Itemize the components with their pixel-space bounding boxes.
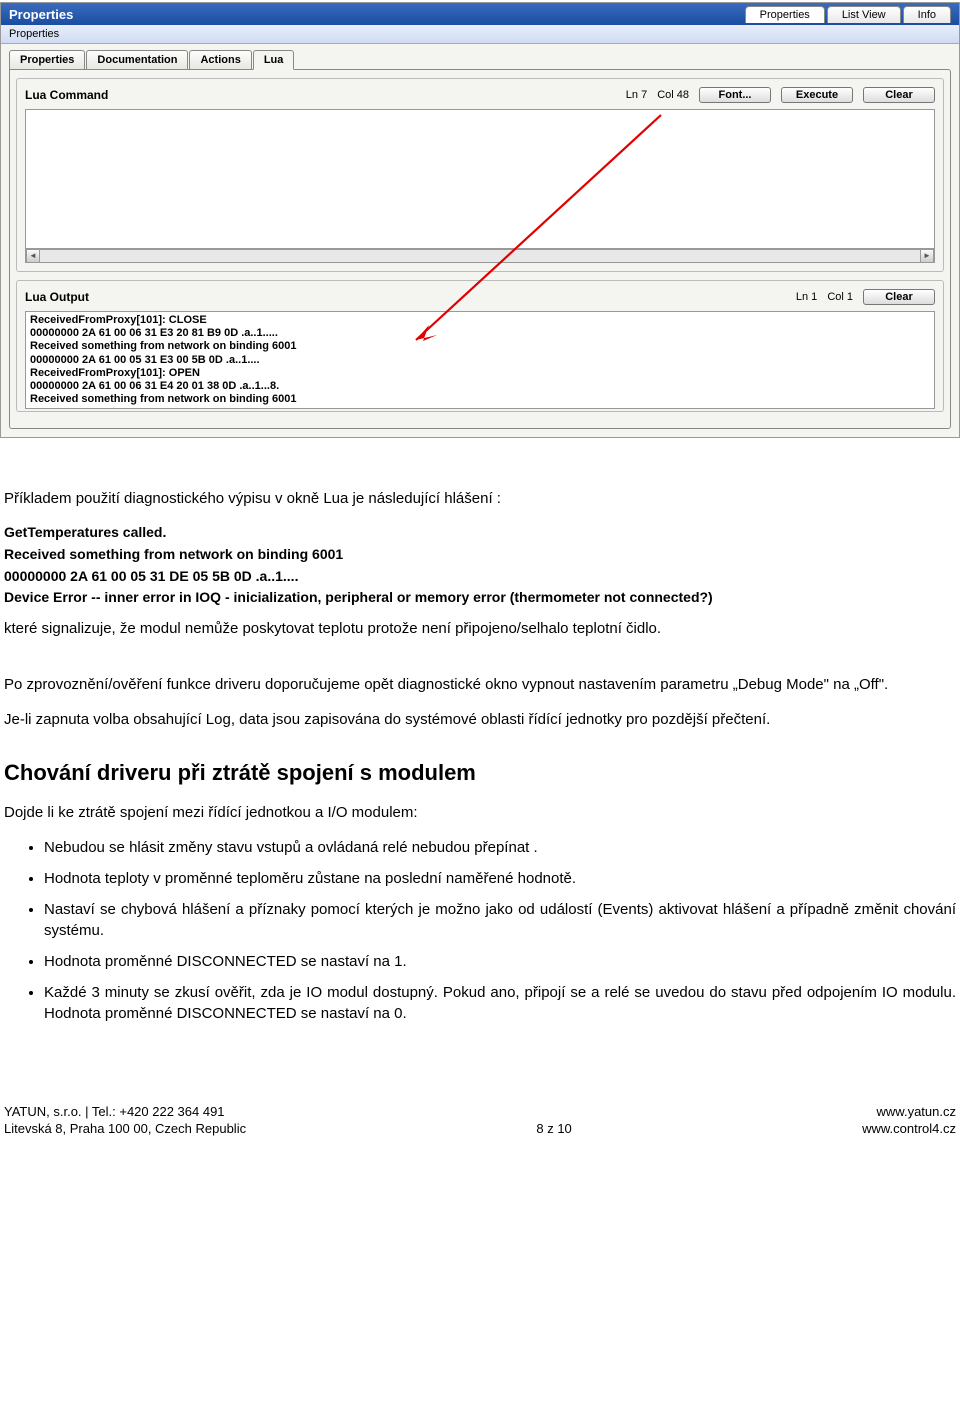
list-item: Nebudou se hlásit změny stavu vstupů a o…: [44, 837, 956, 858]
output-line: Received something from network on bindi…: [30, 393, 930, 406]
app-window: Properties Properties List View Info Pro…: [0, 2, 960, 438]
list-item: Nastaví se chybová hlášení a příznaky po…: [44, 899, 956, 941]
execute-button[interactable]: Execute: [781, 87, 853, 103]
output-line: Received something from network on bindi…: [30, 340, 930, 353]
output-line: ReceivedFromProxy[101]: CLOSE: [30, 314, 930, 327]
list-item: Hodnota teploty v proměnné teploměru zůs…: [44, 868, 956, 889]
lua-command-hscroll[interactable]: ◄ ►: [25, 249, 935, 263]
tab-documentation[interactable]: Documentation: [86, 50, 188, 69]
output-line: 00000000 2A 61 00 06 31 E3 20 81 B9 0D .…: [30, 327, 930, 340]
paragraph: které signalizuje, že modul nemůže posky…: [4, 618, 956, 639]
lua-output-ln: Ln 1: [796, 291, 817, 303]
font-button[interactable]: Font...: [699, 87, 771, 103]
page-number: 8 z 10: [536, 1121, 571, 1138]
inner-tabstrip: Properties Documentation Actions Lua: [1, 44, 959, 69]
clear-command-button[interactable]: Clear: [863, 87, 935, 103]
mono-line: Device Error -- inner error in IOQ - ini…: [4, 588, 956, 608]
paragraph: Dojde li ke ztrátě spojení mezi řídící j…: [4, 802, 956, 823]
lua-command-fieldset: Lua Command Ln 7 Col 48 Font... Execute …: [16, 78, 944, 272]
lua-output-fieldset: Lua Output Ln 1 Col 1 Clear ReceivedFrom…: [16, 280, 944, 412]
tab-info-top[interactable]: Info: [903, 6, 951, 23]
lua-command-col: Col 48: [657, 89, 689, 101]
paragraph: Po zprovoznění/ověření funkce driveru do…: [4, 674, 956, 695]
lua-output-col: Col 1: [827, 291, 853, 303]
scroll-left-icon[interactable]: ◄: [26, 250, 40, 262]
titlebar-tabstrip: Properties List View Info: [743, 6, 951, 23]
tab-properties-top[interactable]: Properties: [745, 6, 825, 23]
footer-address: Litevská 8, Praha 100 00, Czech Republic: [4, 1121, 246, 1138]
footer-left: YATUN, s.r.o. | Tel.: +420 222 364 491 L…: [4, 1104, 246, 1138]
tab-properties[interactable]: Properties: [9, 50, 85, 69]
intro-text: Příkladem použití diagnostického výpisu …: [4, 488, 956, 509]
tab-listview-top[interactable]: List View: [827, 6, 901, 23]
footer-url: www.control4.cz: [862, 1121, 956, 1138]
footer-right: www.yatun.cz www.control4.cz: [862, 1104, 956, 1138]
lua-command-label: Lua Command: [25, 88, 108, 102]
section-heading: Chování driveru při ztrátě spojení s mod…: [4, 758, 956, 789]
bullet-list: Nebudou se hlásit změny stavu vstupů a o…: [44, 837, 956, 1024]
tab-actions[interactable]: Actions: [189, 50, 251, 69]
tab-lua[interactable]: Lua: [253, 50, 295, 70]
titlebar: Properties Properties List View Info: [1, 3, 959, 25]
window-title: Properties: [9, 7, 73, 22]
lua-command-textarea[interactable]: [25, 109, 935, 249]
lua-command-ln: Ln 7: [626, 89, 647, 101]
output-line: 00000000 2A 61 00 06 31 E4 20 01 38 0D .…: [30, 380, 930, 393]
list-item: Hodnota proměnné DISCONNECTED se nastaví…: [44, 951, 956, 972]
footer-contact: YATUN, s.r.o. | Tel.: +420 222 364 491: [4, 1104, 246, 1121]
lua-panel: Lua Command Ln 7 Col 48 Font... Execute …: [9, 69, 951, 429]
clear-output-button[interactable]: Clear: [863, 289, 935, 305]
output-line: ReceivedFromProxy[101]: OPEN: [30, 367, 930, 380]
mono-line: GetTemperatures called.: [4, 523, 956, 543]
page-footer: YATUN, s.r.o. | Tel.: +420 222 364 491 L…: [0, 1104, 960, 1146]
mono-line: Received something from network on bindi…: [4, 545, 956, 565]
list-item: Každé 3 minuty se zkusí ověřit, zda je I…: [44, 982, 956, 1024]
scroll-right-icon[interactable]: ►: [920, 250, 934, 262]
lua-output-label: Lua Output: [25, 290, 89, 304]
output-line: 00000000 2A 61 00 05 31 E3 00 5B 0D .a..…: [30, 354, 930, 367]
document-body: Příkladem použití diagnostického výpisu …: [0, 488, 960, 1024]
footer-url: www.yatun.cz: [862, 1104, 956, 1121]
subheader: Properties: [1, 25, 959, 44]
mono-line: 00000000 2A 61 00 05 31 DE 05 5B 0D .a..…: [4, 567, 956, 587]
lua-output-text[interactable]: ReceivedFromProxy[101]: CLOSE 00000000 2…: [25, 311, 935, 409]
paragraph: Je-li zapnuta volba obsahující Log, data…: [4, 709, 956, 730]
